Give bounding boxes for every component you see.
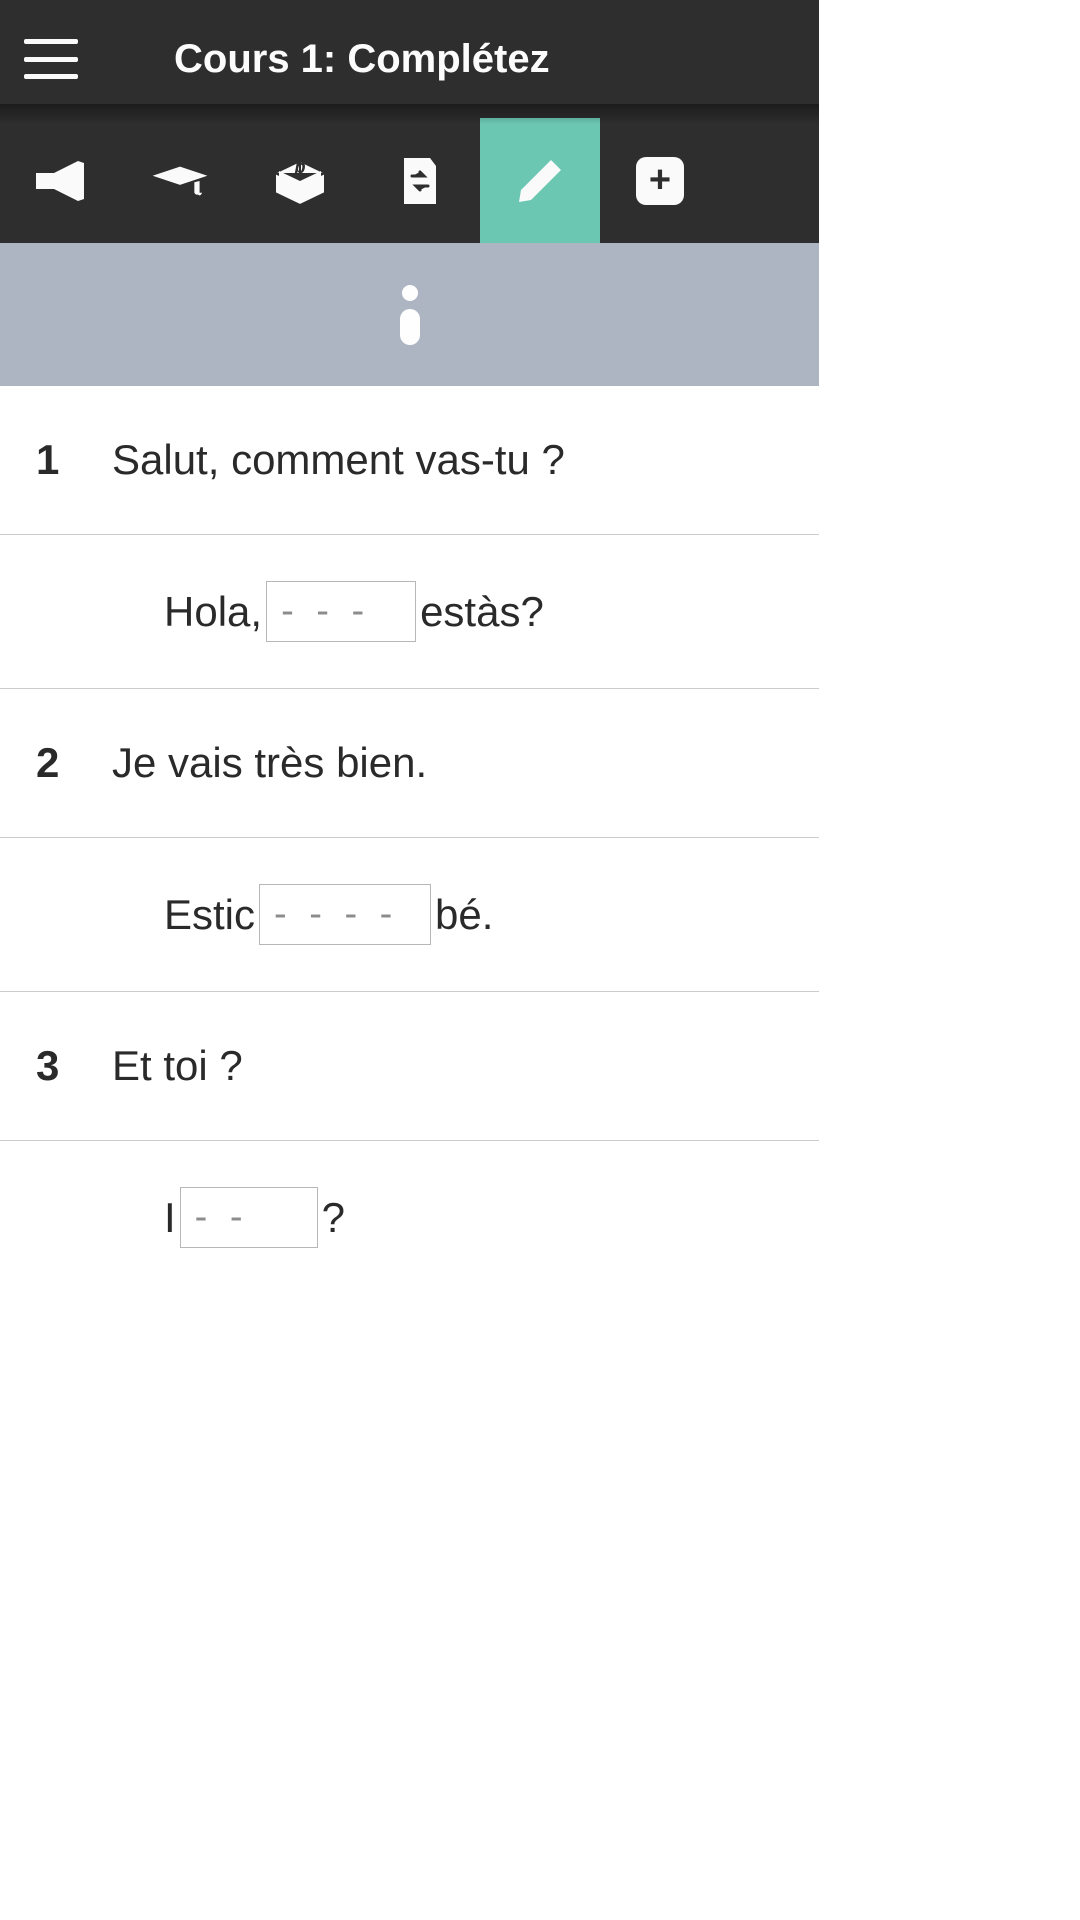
answer-row: Hola, estàs? — [0, 535, 819, 688]
question-row: 3 Et toi ? — [0, 992, 819, 1140]
page-title: Cours 1: Complétez — [174, 37, 550, 82]
question-number: 1 — [36, 436, 60, 484]
answer-pre: Hola, — [164, 588, 262, 636]
svg-text:b: b — [295, 157, 306, 177]
question-text: Salut, comment vas-tu ? — [112, 436, 565, 484]
question-row: 2 Je vais très bien. — [0, 689, 819, 837]
blank-input[interactable] — [259, 884, 431, 945]
tab-add[interactable]: + — [600, 118, 720, 243]
question-number: 3 — [36, 1042, 60, 1090]
hamburger-icon — [24, 74, 78, 79]
pencil-icon — [510, 151, 570, 211]
tab-learn[interactable] — [120, 118, 240, 243]
tab-write[interactable] — [480, 118, 600, 243]
graduation-cap-icon — [150, 151, 210, 211]
hamburger-icon — [24, 57, 78, 62]
app-header: Cours 1: Complétez — [0, 0, 819, 118]
blank-input[interactable] — [180, 1187, 318, 1248]
menu-button[interactable] — [24, 39, 78, 79]
question-row: 1 Salut, comment vas-tu ? — [0, 386, 819, 534]
info-banner[interactable] — [0, 243, 819, 386]
box-icon: b — [270, 151, 330, 211]
blank-input[interactable] — [266, 581, 416, 642]
mode-toolbar: b + — [0, 118, 819, 243]
answer-pre: I — [164, 1194, 176, 1242]
tab-archive[interactable]: b — [240, 118, 360, 243]
question-text: Je vais très bien. — [112, 739, 427, 787]
tab-flashcards[interactable] — [360, 118, 480, 243]
answer-row: I ? — [0, 1141, 819, 1294]
hamburger-icon — [24, 39, 78, 44]
answer-post: bé. — [435, 891, 493, 939]
answer-post: estàs? — [420, 588, 544, 636]
exercise-list: 1 Salut, comment vas-tu ? Hola, estàs? 2… — [0, 386, 819, 1294]
question-text: Et toi ? — [112, 1042, 243, 1090]
megaphone-icon — [30, 151, 90, 211]
answer-pre: Estic — [164, 891, 255, 939]
plus-icon: + — [630, 151, 690, 211]
answer-row: Estic bé. — [0, 838, 819, 991]
swap-card-icon — [390, 151, 450, 211]
question-number: 2 — [36, 739, 60, 787]
tab-sound[interactable] — [0, 118, 120, 243]
info-icon — [400, 285, 420, 345]
answer-post: ? — [322, 1194, 345, 1242]
